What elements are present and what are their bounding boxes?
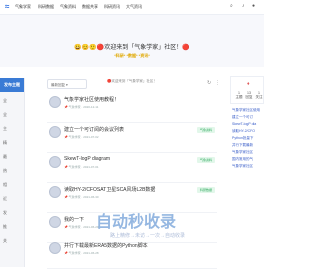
recent-link[interactable]: 气象学家社区 bbox=[232, 150, 253, 155]
more-icon[interactable]: ⋮ bbox=[215, 80, 220, 86]
hero-banner: 😀😊🙂🔴欢迎来到「气象学家」社区！🔴 *科研* *数据* *资讯* 🔴欢迎来到「… bbox=[0, 15, 264, 83]
recent-link[interactable]: 建立一个可订 bbox=[232, 115, 253, 120]
watermark: 自动秒收录 bbox=[96, 214, 177, 231]
sidebar: 发布主题 全 全 主 精 最 热 相 近 发 推 关 bbox=[0, 78, 25, 267]
sidebar-item-8[interactable]: 近 bbox=[3, 196, 7, 202]
top-nav: ≈ 气象学家 科研数据 气象资料 数据共享 科研资讯 大气资讯 ⌕ ♪ ● bbox=[0, 0, 264, 15]
post-meta: 📌 气象学家 · 2020-12-11 bbox=[64, 105, 99, 109]
nav-item-2[interactable]: 科研数据 bbox=[38, 4, 54, 10]
sidebar-item-11[interactable]: 关 bbox=[3, 238, 7, 244]
sidebar-item-1[interactable]: 全 bbox=[3, 98, 7, 104]
post-item[interactable]: 建立一个可订阅的会议列表 📌 气象学家 · 2021-07-02 气象资料 bbox=[47, 124, 217, 153]
post-title[interactable]: 气象学家社区使用教程！ bbox=[64, 96, 119, 103]
sort-select[interactable]: 最新回复 ▾ bbox=[47, 79, 87, 89]
post-meta: 📌 气象学家 · 2021-06-28 bbox=[64, 251, 99, 255]
nav-item-5[interactable]: 科研资讯 bbox=[104, 4, 120, 10]
logo[interactable]: ≈ bbox=[5, 2, 9, 11]
post-tag[interactable]: 气象资料 bbox=[196, 127, 215, 133]
hero-tag: *科研* *数据* *资讯* bbox=[114, 53, 150, 58]
post-meta: 📌 气象学家 · 2021-07-02 bbox=[64, 135, 99, 139]
stat-label: 关注 bbox=[255, 95, 263, 99]
post-meta: 📌 气象学家 · 2021-07-01 bbox=[64, 165, 99, 169]
refresh-icon[interactable]: ↻ bbox=[207, 80, 211, 86]
avatar[interactable] bbox=[49, 156, 61, 168]
post-tag[interactable]: 科研数据 bbox=[196, 187, 215, 193]
recent-link[interactable]: SkewT-logP dia bbox=[232, 122, 256, 126]
post-item[interactable]: 并行下载最新ERA5数据的Python脚本 📌 气象学家 · 2021-06-2… bbox=[47, 240, 217, 269]
recent-link[interactable]: Python批量下 bbox=[232, 136, 253, 141]
sidebar-item-9[interactable]: 发 bbox=[3, 210, 7, 216]
search-icon[interactable]: ⌕ bbox=[230, 3, 233, 9]
sidebar-item-3[interactable]: 主 bbox=[3, 126, 7, 132]
recent-link[interactable]: 气象学家社区使用 bbox=[232, 108, 260, 113]
user-card: ♦ 1 主题 13 回复 1 关注 bbox=[230, 76, 264, 104]
post-item[interactable]: SkewT-logP diagram 📌 气象学家 · 2021-07-01 气… bbox=[47, 154, 217, 183]
stat-follows: 1 关注 bbox=[253, 91, 265, 100]
post-item[interactable]: 气象学家社区使用教程！ 📌 气象学家 · 2020-12-11 bbox=[47, 94, 217, 123]
post-topic-button[interactable]: 发布主题 bbox=[0, 78, 24, 92]
recent-link[interactable]: 国内常用的气 bbox=[232, 157, 253, 162]
sidebar-item-6[interactable]: 热 bbox=[3, 168, 7, 174]
recent-link[interactable]: 气象学家社区 bbox=[232, 164, 253, 169]
recent-link[interactable]: 读取HY-2/CFO bbox=[232, 129, 255, 134]
post-tag[interactable]: 气象资料 bbox=[196, 157, 215, 163]
bell-icon[interactable]: ♪ bbox=[242, 3, 245, 9]
watermark-subtext: 路上精修→未访→一次→自动收录 bbox=[110, 233, 186, 239]
user-icon[interactable]: ● bbox=[252, 3, 255, 9]
sidebar-item-4[interactable]: 精 bbox=[3, 140, 7, 146]
right-sidebar: ♦ 1 主题 13 回复 1 关注 气象学家社区使用 建立一个可订 SkewT-… bbox=[230, 76, 264, 267]
nav-item-6[interactable]: 大气资讯 bbox=[126, 4, 142, 10]
post-title[interactable]: SkewT-logP diagram bbox=[64, 156, 110, 162]
sidebar-item-5[interactable]: 最 bbox=[3, 154, 7, 160]
avatar[interactable] bbox=[49, 126, 61, 138]
nav-item-4[interactable]: 数据共享 bbox=[82, 4, 98, 10]
post-title[interactable]: 读取HY-2/CFOSAT卫星SCA风场L2B数据 bbox=[64, 186, 155, 193]
badge-icon: ♦ bbox=[247, 81, 250, 87]
avatar[interactable] bbox=[49, 216, 61, 228]
post-title[interactable]: 并行下载最新ERA5数据的Python脚本 bbox=[64, 242, 148, 249]
post-title[interactable]: 我的一下 bbox=[64, 216, 84, 223]
post-meta: 📌 气象学家 · 2021-06-30 bbox=[64, 195, 99, 199]
post-title[interactable]: 建立一个可订阅的会议列表 bbox=[64, 126, 124, 133]
avatar[interactable] bbox=[49, 96, 61, 108]
recent-link[interactable]: 并行下载最新 bbox=[232, 143, 253, 148]
nav-item-3[interactable]: 气象资料 bbox=[60, 4, 76, 10]
hero-title: 😀😊🙂🔴欢迎来到「气象学家」社区！🔴 bbox=[74, 45, 190, 51]
sidebar-item-10[interactable]: 推 bbox=[3, 224, 7, 230]
avatar[interactable] bbox=[49, 186, 61, 198]
post-meta: 📌 气象学家 · 2021-06-29 bbox=[64, 225, 99, 229]
sidebar-item-7[interactable]: 相 bbox=[3, 182, 7, 188]
nav-item-1[interactable]: 气象学家 bbox=[15, 4, 31, 10]
avatar[interactable] bbox=[49, 242, 61, 254]
sidebar-item-2[interactable]: 全 bbox=[3, 112, 7, 118]
